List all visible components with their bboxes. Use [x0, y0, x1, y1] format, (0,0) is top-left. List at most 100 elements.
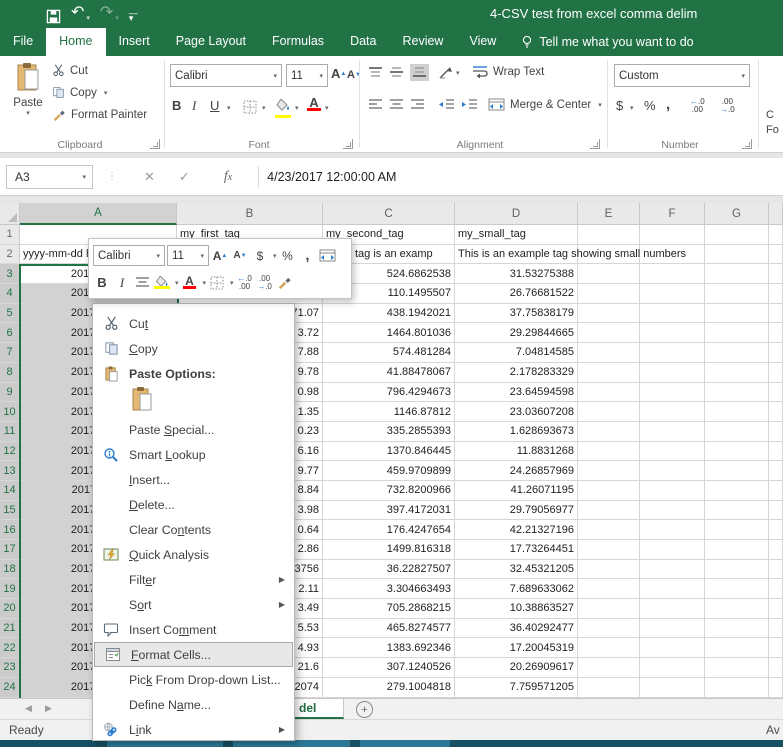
- merge-center-dropdown-arrow[interactable]: ▾: [598, 101, 602, 109]
- row-header-12[interactable]: 12: [0, 441, 20, 462]
- cell-D12[interactable]: 11.8831268: [455, 441, 578, 462]
- menu-item-link[interactable]: Link ▶: [93, 717, 294, 742]
- mini-percent-style-button[interactable]: %: [279, 245, 297, 267]
- cell-D15[interactable]: 29.79056977: [455, 500, 578, 521]
- menu-item-pick-from-drop-down-list[interactable]: Pick From Drop-down List...: [93, 667, 294, 692]
- cell-partial4[interactable]: [769, 284, 783, 304]
- cell-G19[interactable]: [705, 579, 769, 600]
- cell-C11[interactable]: 335.2855393: [323, 421, 455, 442]
- cell-partial7[interactable]: [769, 343, 783, 363]
- enter-icon[interactable]: ✓: [179, 169, 190, 185]
- menu-item-paste-keep-source-formatting[interactable]: [93, 386, 294, 417]
- cell-F13[interactable]: [640, 461, 705, 481]
- cell-F22[interactable]: [640, 638, 705, 659]
- number-format-combobox[interactable]: Custom ▾: [614, 64, 750, 87]
- cell-E22[interactable]: [578, 638, 640, 659]
- cell-C15[interactable]: 397.4172031: [323, 500, 455, 521]
- cell-C21[interactable]: 465.8274577: [323, 618, 455, 639]
- row-header-8[interactable]: 8: [0, 362, 20, 383]
- cell-G1[interactable]: [705, 225, 769, 245]
- cell-C20[interactable]: 705.2868215: [323, 599, 455, 619]
- mini-accounting-format-button[interactable]: $: [251, 245, 269, 267]
- cell-partial19[interactable]: [769, 579, 783, 600]
- decrease-decimal-button[interactable]: .00 →.0: [720, 98, 735, 114]
- mini-merge-center-button[interactable]: [319, 245, 337, 267]
- formula-bar-splitter[interactable]: ⋮: [107, 171, 118, 182]
- cell-D14[interactable]: 41.26071195: [455, 480, 578, 501]
- row-header-11[interactable]: 11: [0, 421, 20, 442]
- align-center-button[interactable]: [389, 98, 404, 111]
- column-header-A[interactable]: A: [20, 203, 177, 225]
- cell-F10[interactable]: [640, 402, 705, 422]
- bold-button[interactable]: B: [172, 98, 181, 113]
- tab-review[interactable]: Review: [389, 28, 456, 56]
- column-header-C[interactable]: C: [323, 203, 455, 225]
- tab-insert[interactable]: Insert: [106, 28, 163, 56]
- underline-button[interactable]: U: [210, 98, 219, 113]
- cell-partial14[interactable]: [769, 480, 783, 501]
- row-header-23[interactable]: 23: [0, 658, 20, 678]
- menu-item-smart-lookup[interactable]: Smart Lookup: [93, 442, 294, 467]
- cell-E8[interactable]: [578, 362, 640, 383]
- cell-D19[interactable]: 7.689633062: [455, 579, 578, 600]
- accounting-format-button[interactable]: $: [616, 98, 623, 113]
- cell-E19[interactable]: [578, 579, 640, 600]
- cell-G4[interactable]: [705, 284, 769, 304]
- mini-borders-dropdown-arrow[interactable]: ▾: [230, 279, 234, 287]
- cell-E10[interactable]: [578, 402, 640, 422]
- cell-E12[interactable]: [578, 441, 640, 462]
- menu-item-copy[interactable]: Copy: [93, 336, 294, 361]
- name-box-dropdown-arrow[interactable]: ▾: [82, 173, 86, 181]
- column-header-partial[interactable]: [769, 203, 783, 225]
- top-align-button[interactable]: [368, 66, 383, 79]
- cell-D10[interactable]: 23.03607208: [455, 402, 578, 422]
- cell-E16[interactable]: [578, 520, 640, 540]
- cell-C23[interactable]: 307.1240526: [323, 658, 455, 678]
- cell-D6[interactable]: 29.29844665: [455, 323, 578, 344]
- comma-style-button[interactable]: ,: [666, 96, 670, 113]
- cell-G9[interactable]: [705, 382, 769, 403]
- select-all-corner[interactable]: [0, 203, 20, 225]
- copy-button[interactable]: Copy ▾: [52, 86, 107, 99]
- cell-G14[interactable]: [705, 480, 769, 501]
- cell-D17[interactable]: 17.73264451: [455, 540, 578, 560]
- mini-italic-button[interactable]: I: [113, 272, 131, 294]
- row-header-15[interactable]: 15: [0, 500, 20, 521]
- mini-borders-button[interactable]: [208, 272, 226, 294]
- cell-E7[interactable]: [578, 343, 640, 363]
- cell-F15[interactable]: [640, 500, 705, 521]
- paste-option-clipboard-icon[interactable]: [131, 386, 153, 417]
- row-header-10[interactable]: 10: [0, 402, 20, 422]
- cell-F8[interactable]: [640, 362, 705, 383]
- cell-G21[interactable]: [705, 618, 769, 639]
- cell-C9[interactable]: 796.4294673: [323, 382, 455, 403]
- mini-font-name-combobox[interactable]: Calibri ▾: [93, 245, 165, 266]
- cell-G17[interactable]: [705, 540, 769, 560]
- row-header-17[interactable]: 17: [0, 540, 20, 560]
- mini-decrease-decimal-button[interactable]: .00 →.0: [256, 272, 274, 294]
- mini-fill-color-dropdown-arrow[interactable]: ▾: [175, 279, 179, 287]
- format-painter-button[interactable]: Format Painter: [52, 108, 147, 122]
- cell-C24[interactable]: 279.1004818: [323, 677, 455, 698]
- cell-E4[interactable]: [578, 284, 640, 304]
- cell-F3[interactable]: [640, 264, 705, 285]
- cell-E17[interactable]: [578, 540, 640, 560]
- cell-C14[interactable]: 732.8200966: [323, 480, 455, 501]
- menu-item-insert[interactable]: Insert...: [93, 467, 294, 492]
- cell-partial22[interactable]: [769, 638, 783, 659]
- cell-partial2[interactable]: [769, 244, 783, 265]
- cell-E9[interactable]: [578, 382, 640, 403]
- cell-partial1[interactable]: [769, 225, 783, 245]
- number-dialog-launcher[interactable]: [742, 139, 752, 149]
- paste-dropdown-arrow[interactable]: ▾: [8, 109, 48, 117]
- cell-C7[interactable]: 574.481284: [323, 343, 455, 363]
- cell-partial20[interactable]: [769, 599, 783, 619]
- cell-G13[interactable]: [705, 461, 769, 481]
- cell-E3[interactable]: [578, 264, 640, 285]
- mini-shrink-font-button[interactable]: A ▼: [231, 245, 249, 267]
- cell-F21[interactable]: [640, 618, 705, 639]
- cell-C19[interactable]: 3.304663493: [323, 579, 455, 600]
- mini-grow-font-button[interactable]: A ▲: [211, 245, 229, 267]
- mini-accounting-dropdown-arrow[interactable]: ▾: [273, 252, 277, 260]
- cell-D22[interactable]: 17.20045319: [455, 638, 578, 659]
